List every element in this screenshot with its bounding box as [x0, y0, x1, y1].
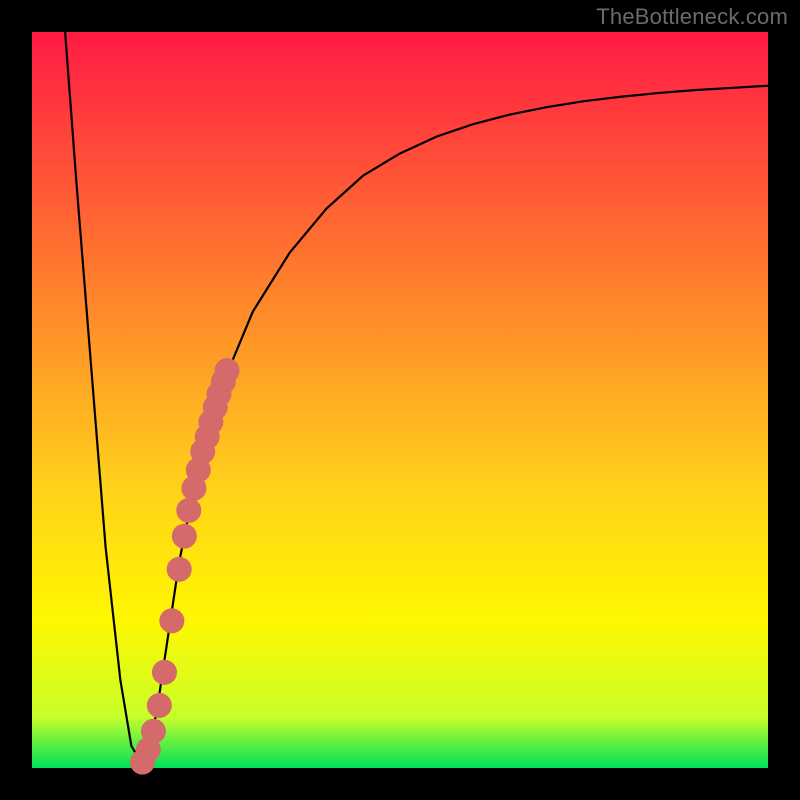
curve-marker — [176, 498, 201, 523]
plot-area — [32, 32, 768, 768]
curve-marker — [215, 358, 240, 383]
curve-marker — [141, 719, 166, 744]
curve-marker — [172, 524, 197, 549]
watermark-text: TheBottleneck.com — [596, 4, 788, 30]
curve-marker — [167, 557, 192, 582]
curve-marker — [147, 693, 172, 718]
chart-stage: TheBottleneck.com — [0, 0, 800, 800]
bottleneck-chart — [0, 0, 800, 800]
curve-marker — [159, 608, 184, 633]
curve-marker — [152, 660, 177, 685]
